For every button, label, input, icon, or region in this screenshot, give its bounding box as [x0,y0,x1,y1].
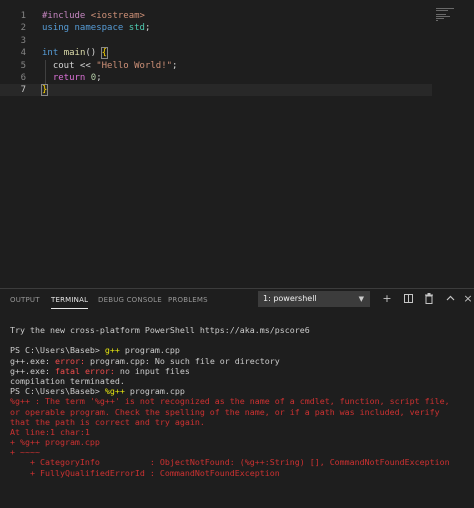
tab-problems[interactable]: PROBLEMS [168,295,208,309]
terminal-text: PS C:\Users\Baseb> [10,386,105,397]
tab-output[interactable]: OUTPUT [10,295,40,309]
code-editor[interactable]: 1 #include <iostream> 2 using namespace std… [0,0,474,288]
editor-line[interactable]: 3 [0,35,432,47]
line-number: 7 [20,85,26,96]
terminal-text: fatal error: [54,365,120,376]
terminal-line: + CategoryInfo : ObjectNotFound: (%g++:S… [10,457,460,467]
terminal-output[interactable]: Try the new cross-platform PowerShell ht… [10,325,460,478]
code-token: std [128,23,145,34]
terminal-line: PS C:\Users\Baseb> %g++ program.cpp [10,386,460,396]
code-token: { [100,47,109,60]
minimap[interactable] [436,8,458,22]
terminal-text: + FullyQualifiedErrorId : CommandNotFoun… [10,467,280,478]
terminal-line: %g++ : The term '%g++' is not recognized… [10,396,460,427]
terminal-text: compilation terminated. [10,375,125,386]
bottom-panel: OUTPUT TERMINAL DEBUG CONSOLE PROBLEMS 1… [0,289,474,508]
terminal-text: no input files [119,365,190,376]
terminal-text: g++ [104,345,120,356]
terminal-select[interactable]: 1: powershell ▼ [258,291,370,307]
terminal-text: g++.exe: [10,365,55,376]
editor-line[interactable]: 1 #include <iostream> [0,10,432,22]
tab-debug-console[interactable]: DEBUG CONSOLE [98,295,162,309]
chevron-down-icon: ▼ [358,295,364,303]
terminal-text: %g++ [104,386,125,397]
terminal-line: Try the new cross-platform PowerShell ht… [10,325,460,335]
code-token: <iostream> [90,11,145,21]
editor-line[interactable]: 2 using namespace std; [0,22,432,34]
terminal-text: At line:1 char:1 [10,426,90,437]
code-text: int main() { [42,47,109,60]
terminal-line: + ~~~~ [10,447,460,457]
code-text: return 0; [42,72,102,84]
editor-line[interactable]: 5 cout << "Hello World!"; [0,60,432,72]
tab-terminal[interactable]: TERMINAL [51,295,89,309]
line-number: 1 [20,11,26,21]
terminal-line: compilation terminated. [10,376,460,386]
code-token: using [42,23,75,34]
terminal-line: g++.exe: fatal error: no input files [10,366,460,376]
split-terminal-icon[interactable] [401,291,415,307]
terminal-text: error: [54,355,90,366]
vscode-window: 1 #include <iostream> 2 using namespace std… [0,0,474,508]
close-icon[interactable]: × [461,291,474,307]
terminal-text: Try the new cross-platform PowerShell ht… [10,325,310,335]
add-icon[interactable]: + [380,291,394,307]
editor-line[interactable]: 6 return 0; [0,72,432,84]
terminal-select-value: 1: powershell [263,294,317,303]
code-token: } [40,84,49,97]
code-token: return [42,73,91,83]
editor-line[interactable]: 4 int main() { [0,47,432,60]
code-token: ; [96,73,102,83]
maximize-icon[interactable] [443,291,457,307]
code-token: () [85,48,102,59]
panel-tab-bar: OUTPUT TERMINAL DEBUG CONSOLE PROBLEMS 1… [0,289,474,311]
terminal-text: PS C:\Users\Baseb> [10,345,105,356]
terminal-line: + %g++ program.cpp [10,437,460,447]
code-token: ; [172,60,178,71]
terminal-text: + ~~~~ [10,447,40,458]
code-token: namespace [74,23,129,34]
code-token: main [63,48,86,59]
code-token: #include [42,11,91,21]
line-number: 6 [20,73,26,83]
line-number: 3 [20,35,26,46]
terminal-text: program.cpp: No such file or directory [89,355,280,366]
line-number: 4 [20,48,26,59]
line-number: 2 [20,23,26,34]
code-token: "Hello World!" [96,60,173,71]
code-text: using namespace std; [42,22,150,34]
line-number: 5 [20,60,26,71]
code-text: } [40,84,49,97]
terminal-line: At line:1 char:1 [10,427,460,437]
terminal-text: %g++ : The term '%g++' is not recognized… [10,396,450,427]
code-token: int [42,48,64,59]
terminal-line: g++.exe: error: program.cpp: No such fil… [10,356,460,366]
terminal-line: PS C:\Users\Baseb> g++ program.cpp [10,345,460,355]
code-text: #include <iostream> [42,10,145,22]
terminal-text: program.cpp [124,386,185,397]
terminal-text: g++.exe: [10,355,55,366]
code-text: cout << "Hello World!"; [42,60,178,72]
code-token: ; [144,23,151,34]
terminal-text: + %g++ program.cpp [10,437,100,448]
trash-icon[interactable] [422,291,436,307]
editor-line[interactable]: 7} [0,84,432,97]
terminal-text: + CategoryInfo : ObjectNotFound: (%g++:S… [10,457,450,468]
code-token: cout << [42,60,97,71]
terminal-line: + FullyQualifiedErrorId : CommandNotFoun… [10,468,460,478]
terminal-text: program.cpp [119,345,180,356]
